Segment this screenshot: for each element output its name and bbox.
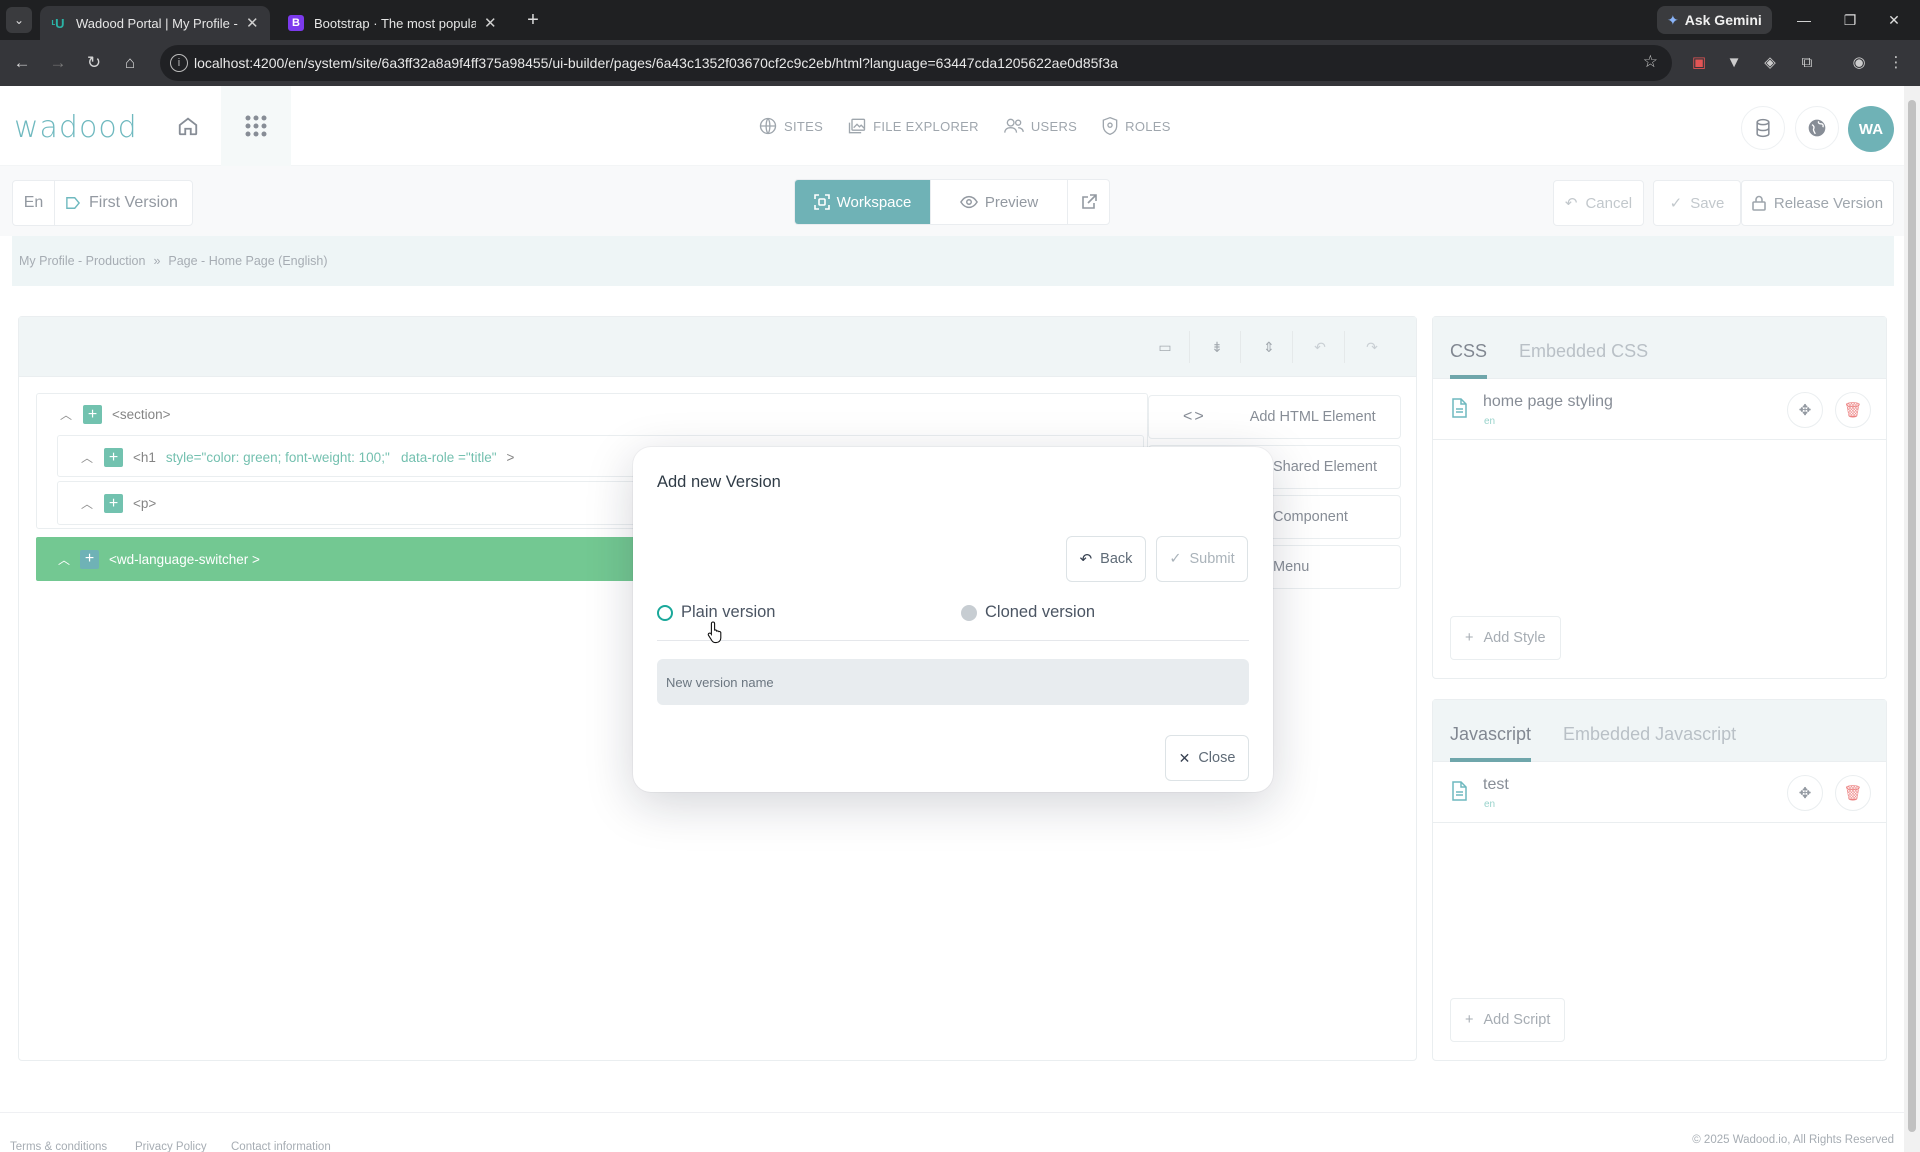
bootstrap-favicon-icon: B [288, 15, 304, 31]
forward-arrow-icon[interactable]: → [46, 51, 70, 75]
plain-version-label: Plain version [681, 603, 776, 621]
ask-gemini-button[interactable]: ✦ Ask Gemini [1657, 6, 1772, 34]
browser-tab-active[interactable]: ᶫU Wadood Portal | My Profile - Ui ✕ [40, 6, 270, 40]
version-name-input[interactable] [657, 659, 1249, 705]
ask-gemini-label: Ask Gemini [1684, 12, 1762, 28]
close-tab-icon[interactable]: ✕ [246, 14, 259, 32]
close-tab-icon[interactable]: ✕ [484, 14, 497, 32]
reload-icon[interactable]: ↻ [82, 51, 106, 75]
browser-addressbar: ← → ↻ ⌂ i localhost:4200/en/system/site/… [0, 40, 1920, 86]
site-info-icon[interactable]: i [170, 54, 188, 72]
restore-icon[interactable]: ❐ [1830, 6, 1870, 34]
hand-pointer-icon [707, 621, 722, 644]
extension-v-icon[interactable]: ▼ [1723, 51, 1745, 73]
close-x-icon: ✕ [1178, 749, 1191, 766]
browser-tab[interactable]: B Bootstrap · The most popular H ✕ [278, 6, 508, 40]
new-tab-button[interactable]: + [520, 7, 546, 33]
check-icon: ✓ [1169, 551, 1182, 567]
url-text: localhost:4200/en/system/site/6a3ff32a8a… [194, 55, 1118, 71]
radio-circle-icon[interactable] [961, 604, 977, 621]
close-button[interactable]: ✕ Close [1165, 735, 1249, 781]
cloned-version-label: Cloned version [985, 603, 1096, 621]
submit-button[interactable]: ✓ Submit [1156, 536, 1248, 582]
wadood-favicon-icon: ᶫU [51, 15, 65, 31]
url-bar[interactable]: i localhost:4200/en/system/site/6a3ff32a… [160, 45, 1672, 81]
browser-tab-title: Wadood Portal | My Profile - Ui [76, 15, 238, 31]
scrollbar-thumb[interactable] [1908, 100, 1916, 1132]
browser-tabbar: ⌄ ᶫU Wadood Portal | My Profile - Ui ✕ B… [0, 0, 1920, 40]
gemini-sparkle-icon: ✦ [1667, 11, 1679, 28]
extensions-puzzle-icon[interactable]: ⧉ [1796, 51, 1818, 73]
back-label: Back [1100, 551, 1133, 567]
add-version-modal: Add new Version ↶ Back ✓ Submit Plain ve… [633, 447, 1273, 792]
close-label: Close [1198, 750, 1236, 766]
cloned-version-radio[interactable]: Cloned version [961, 603, 1095, 622]
radio-circle-icon[interactable] [657, 604, 673, 621]
profile-icon[interactable]: ◉ [1848, 51, 1870, 73]
back-arrow-icon: ↶ [1079, 551, 1093, 568]
bookmark-star-icon[interactable]: ☆ [1643, 52, 1658, 72]
close-window-icon[interactable]: ✕ [1874, 6, 1914, 34]
back-button[interactable]: ↶ Back [1066, 536, 1146, 582]
modal-title: Add new Version [657, 473, 781, 491]
minimize-icon[interactable]: — [1784, 6, 1824, 34]
browser-menu-icon[interactable]: ⋮ [1885, 51, 1907, 73]
submit-label: Submit [1189, 551, 1235, 567]
extension-red-icon[interactable]: ▣ [1688, 51, 1710, 73]
tab-search-chevron-icon[interactable]: ⌄ [6, 7, 32, 33]
browser-tab-title: Bootstrap · The most popular H [314, 15, 476, 31]
extension-tag-icon[interactable]: ◈ [1759, 51, 1781, 73]
home-icon[interactable]: ⌂ [118, 51, 142, 75]
back-arrow-icon[interactable]: ← [10, 51, 34, 75]
page-scrollbar[interactable] [1904, 86, 1920, 1152]
modal-divider [657, 640, 1249, 641]
